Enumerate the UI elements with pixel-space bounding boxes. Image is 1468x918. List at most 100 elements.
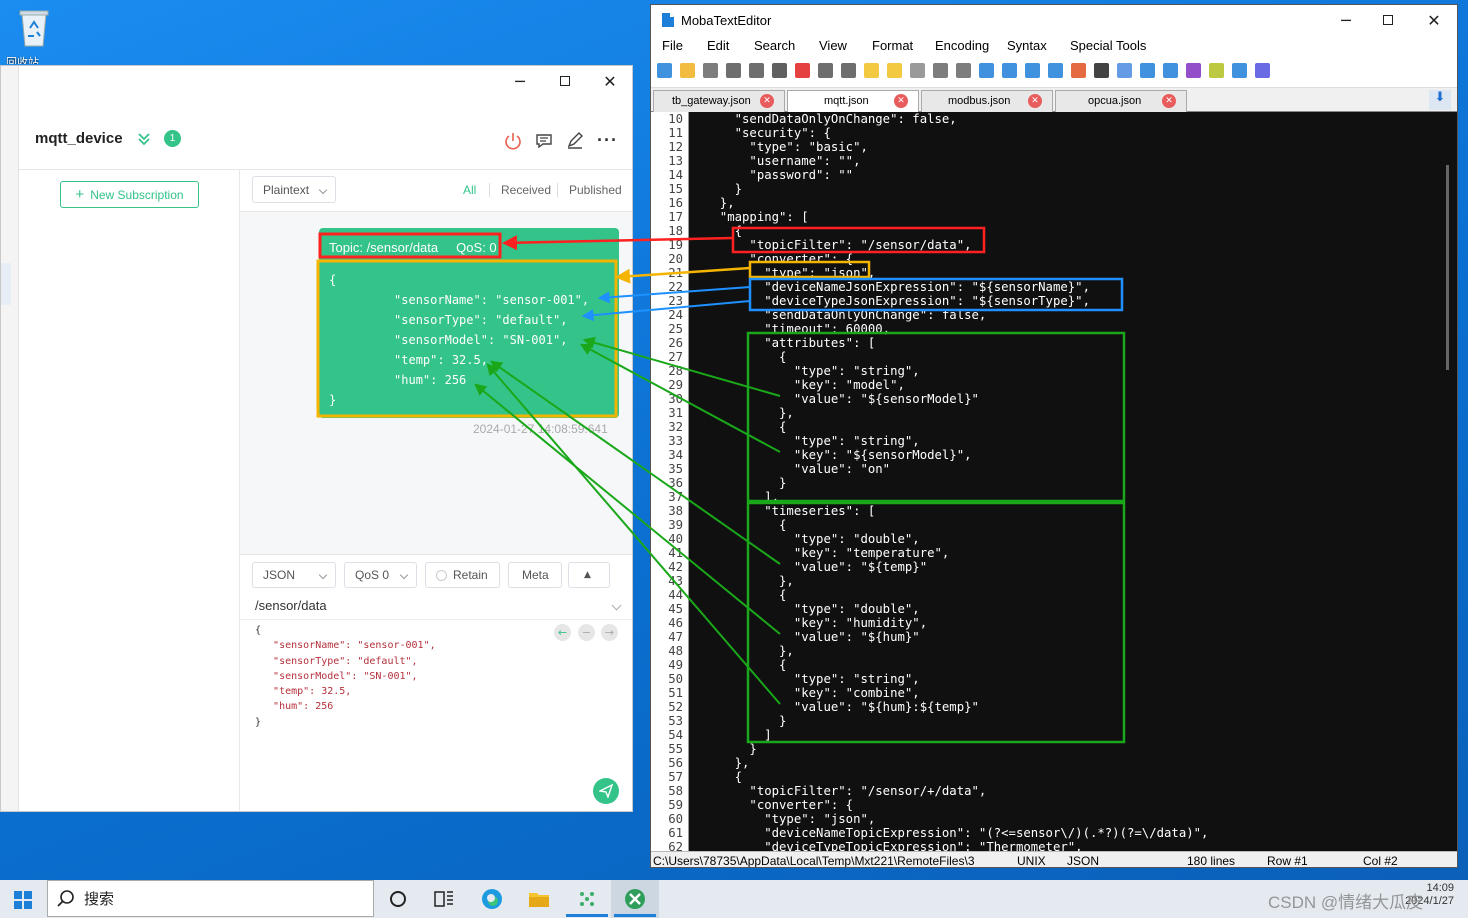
windows-icon[interactable] <box>1071 63 1086 78</box>
filter-published-tab[interactable]: Published <box>569 183 622 197</box>
panel-icon[interactable] <box>1163 63 1178 78</box>
expand-publish-button[interactable]: ▲ <box>568 562 610 588</box>
history-forward-icon[interactable]: → <box>601 624 618 641</box>
copy-icon[interactable] <box>933 63 948 78</box>
close-all-icon[interactable] <box>1255 63 1270 78</box>
tab-close-icon[interactable]: ✕ <box>1162 94 1176 108</box>
reload-icon[interactable] <box>703 63 718 78</box>
code-line: "value": "on" <box>705 462 891 476</box>
qos-select[interactable]: QoS 0 <box>344 562 417 588</box>
menu-view[interactable]: View <box>819 38 847 53</box>
script-message-icon[interactable] <box>535 132 553 150</box>
app-grid-icon[interactable] <box>575 887 599 911</box>
vertical-scrollbar[interactable] <box>1446 165 1449 370</box>
caret-up-icon: ▲ <box>584 570 591 580</box>
save-all-icon[interactable] <box>749 63 764 78</box>
filter-all-tab[interactable]: All <box>463 183 476 197</box>
split-view-icon[interactable] <box>1048 63 1063 78</box>
menu-special-tools[interactable]: Special Tools <box>1070 38 1146 53</box>
new-file-icon[interactable] <box>657 63 672 78</box>
menu-search[interactable]: Search <box>754 38 795 53</box>
code-line: "topicFilter": "/sensor/data", <box>705 238 972 252</box>
line-number: 54 <box>668 728 683 742</box>
print-icon[interactable] <box>772 63 787 78</box>
code-area[interactable]: 10 "sendDataOnlyOnChange": false, 11 "sec… <box>651 112 1451 854</box>
payload-format-select[interactable]: Plaintext <box>252 176 336 203</box>
settings-icon[interactable] <box>1232 63 1247 78</box>
edit-icon[interactable] <box>566 132 584 150</box>
publish-format-select[interactable]: JSON <box>252 562 336 588</box>
tab-mqtt[interactable]: mqtt.json ✕ <box>787 90 919 112</box>
mqttx-titlebar: ─ ✕ <box>1 66 632 96</box>
recycle-bin-icon[interactable] <box>14 6 54 48</box>
tab-close-icon[interactable]: ✕ <box>1028 94 1042 108</box>
maximize-button[interactable] <box>542 66 588 96</box>
indent-icon[interactable] <box>818 63 833 78</box>
code-line: "key": "model", <box>705 378 905 392</box>
meta-button[interactable]: Meta <box>508 562 562 588</box>
task-view-icon[interactable] <box>432 887 456 911</box>
bookmark-next-icon[interactable] <box>887 63 902 78</box>
code-line: }, <box>705 644 794 658</box>
menu-encoding[interactable]: Encoding <box>935 38 989 53</box>
code-line: "sendDataOnlyOnChange": false, <box>705 308 987 322</box>
new-subscription-button[interactable]: + New Subscription <box>60 181 199 208</box>
filter-received-tab[interactable]: Received <box>501 183 551 197</box>
close-file-icon[interactable] <box>795 63 810 78</box>
tab-close-icon[interactable]: ✕ <box>894 94 908 108</box>
open-folder-icon[interactable] <box>680 63 695 78</box>
code-line: "type": "basic", <box>705 140 868 154</box>
tab-list-icon[interactable]: ⬇ <box>1429 90 1451 110</box>
pilcrow-icon[interactable] <box>1186 63 1201 78</box>
code-line: "security": { <box>705 126 831 140</box>
history-back-icon[interactable]: ← <box>554 624 571 641</box>
close-button[interactable]: ✕ <box>587 66 632 96</box>
menu-format[interactable]: Format <box>872 38 913 53</box>
editor-minimize-button[interactable]: ─ <box>1323 5 1369 35</box>
tab-modbus[interactable]: modbus.json ✕ <box>921 90 1053 112</box>
tab-tb-gateway[interactable]: tb_gateway.json ✕ <box>653 90 785 112</box>
menu-edit[interactable]: Edit <box>707 38 729 53</box>
publish-topic-input[interactable]: /sensor/data <box>255 598 327 613</box>
tab-opcua[interactable]: opcua.json ✕ <box>1055 90 1187 112</box>
publish-payload-editor[interactable]: { "sensorName": "sensor-001", "sensorTyp… <box>255 623 436 730</box>
replace-icon[interactable] <box>1002 63 1017 78</box>
file-explorer-icon[interactable] <box>527 887 551 911</box>
cortana-icon[interactable] <box>386 887 410 911</box>
active-app-indicator <box>566 914 608 917</box>
selected-connection-marker[interactable] <box>1 263 11 305</box>
windows-start-icon[interactable] <box>14 891 32 909</box>
mac-icon[interactable] <box>1117 63 1132 78</box>
find-icon[interactable] <box>979 63 994 78</box>
line-number: 13 <box>668 154 683 168</box>
linux-icon[interactable] <box>1094 63 1109 78</box>
minimize-button[interactable]: ─ <box>497 66 543 96</box>
paste-icon[interactable] <box>956 63 971 78</box>
taskbar-search-box[interactable]: 搜索 <box>47 880 374 917</box>
edge-browser-icon[interactable] <box>480 887 504 911</box>
cut-icon[interactable] <box>910 63 925 78</box>
disconnect-icon[interactable] <box>504 132 522 150</box>
line-number: 28 <box>668 364 683 378</box>
code-line: "deviceNameJsonExpression": "${sensorNam… <box>705 280 1090 294</box>
undo-icon[interactable] <box>1140 63 1155 78</box>
bookmark-icon[interactable] <box>864 63 879 78</box>
editor-maximize-button[interactable] <box>1365 5 1411 35</box>
menu-file[interactable]: File <box>662 38 683 53</box>
send-button[interactable] <box>593 778 619 804</box>
menu-syntax[interactable]: Syntax <box>1007 38 1047 53</box>
save-icon[interactable] <box>726 63 741 78</box>
tab-close-icon[interactable]: ✕ <box>760 94 774 108</box>
history-clear-icon[interactable]: − <box>578 624 595 641</box>
line-number: 57 <box>668 770 683 784</box>
line-number: 34 <box>668 448 683 462</box>
compare-icon[interactable] <box>1025 63 1040 78</box>
outdent-icon[interactable] <box>841 63 856 78</box>
highlight-icon[interactable] <box>1209 63 1224 78</box>
mobaxterm-icon[interactable] <box>623 887 647 911</box>
code-line: "key": "combine", <box>705 686 920 700</box>
collapse-chevrons-icon[interactable] <box>136 131 152 147</box>
retain-checkbox[interactable]: Retain <box>425 562 500 588</box>
more-options-icon[interactable]: ··· <box>597 130 618 151</box>
editor-close-button[interactable]: ✕ <box>1411 5 1457 35</box>
